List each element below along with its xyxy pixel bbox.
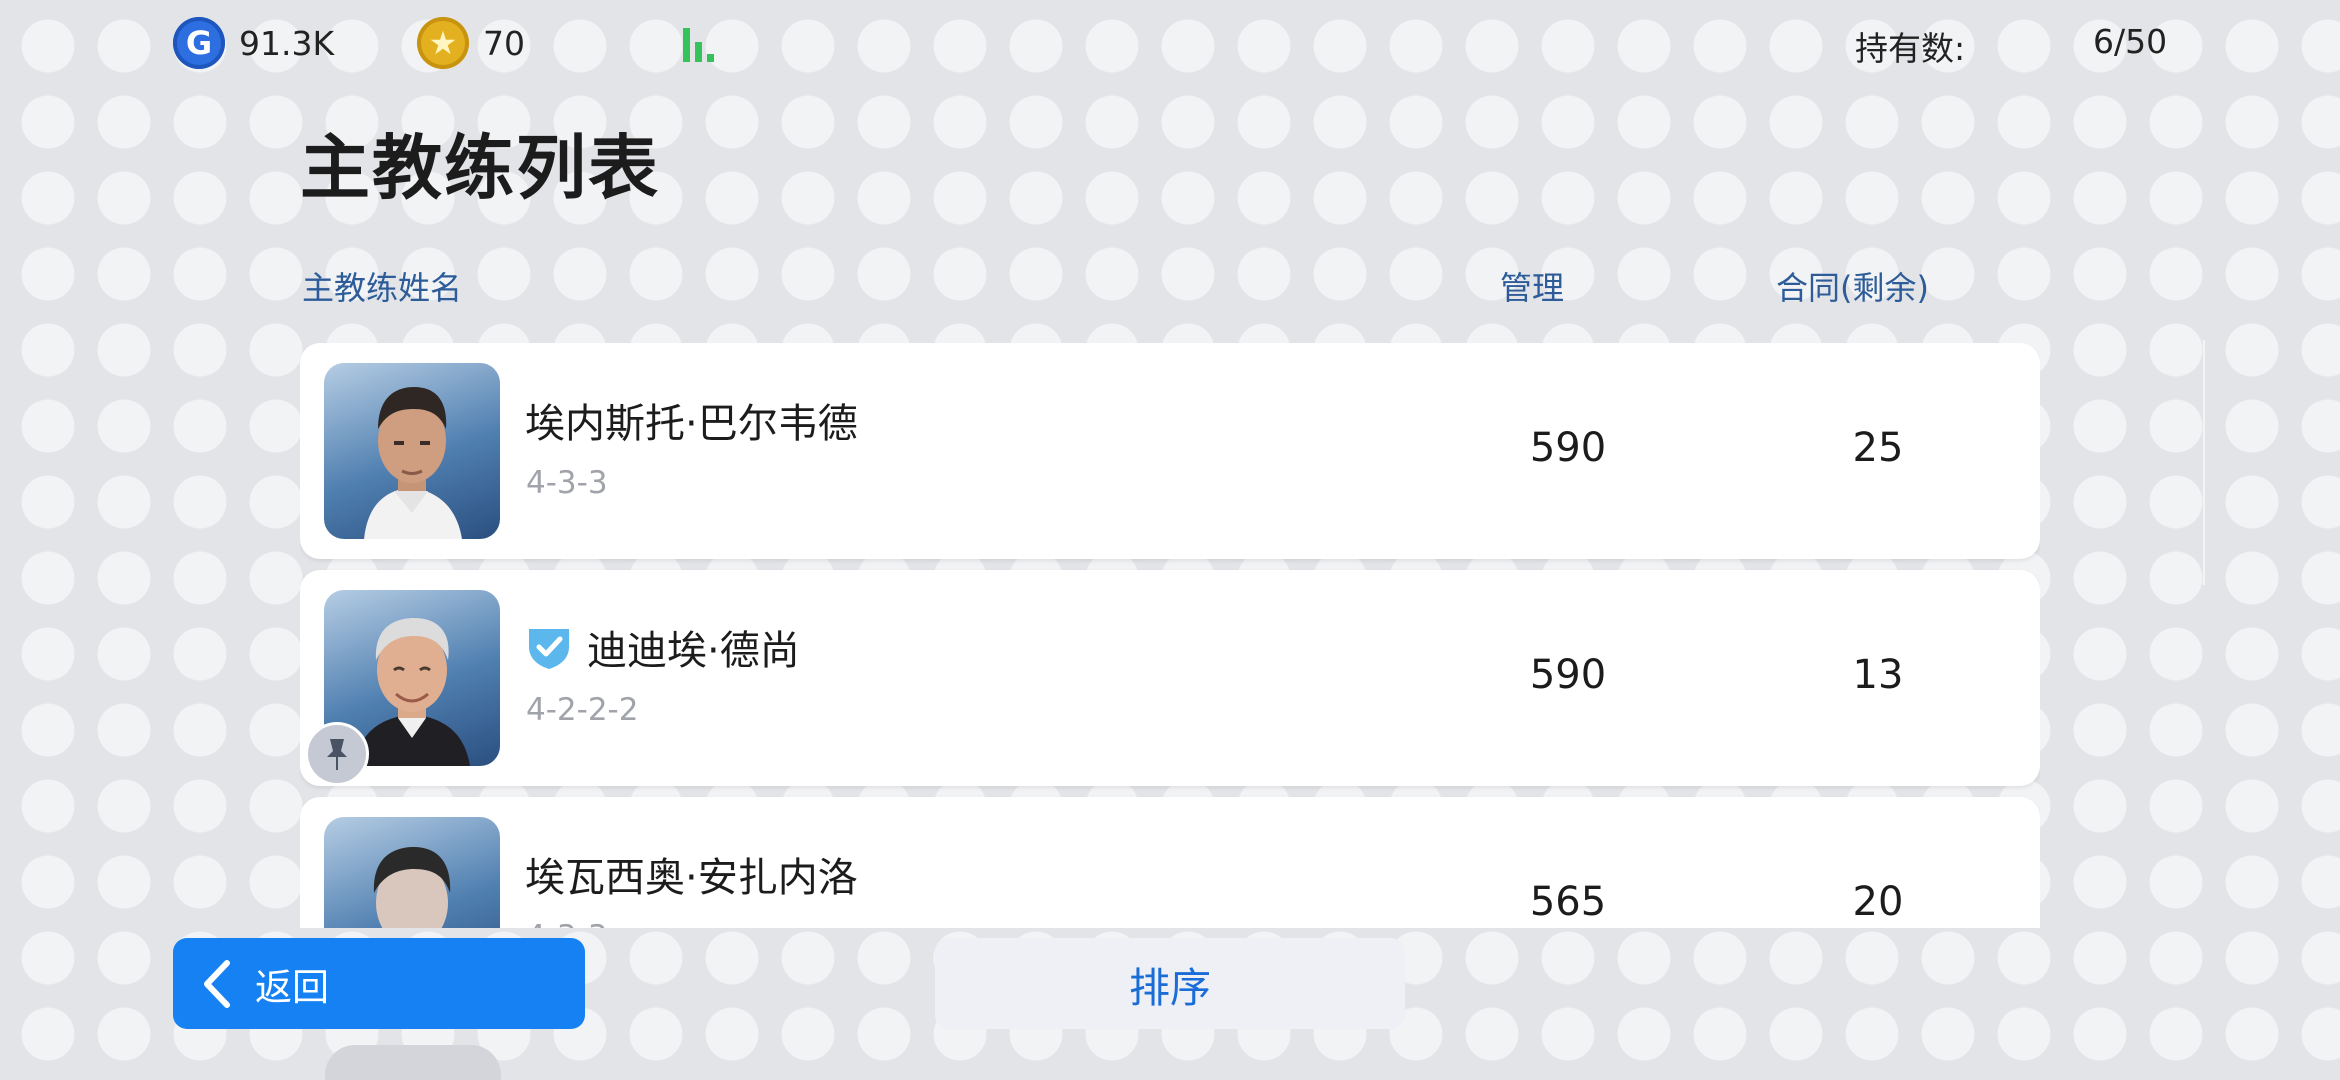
- signal-bars-icon: [683, 28, 723, 62]
- back-button[interactable]: 返回: [173, 938, 585, 1029]
- coach-formation: 4-2-2-2: [526, 692, 639, 728]
- verified-shield-icon: [529, 629, 569, 669]
- divider: [2203, 340, 2205, 585]
- coach-photo-placeholder: [324, 817, 500, 928]
- back-button-label: 返回: [255, 965, 329, 1009]
- coach-name: 埃瓦西奥·安扎内洛: [525, 855, 858, 901]
- coach-formation: 4-3-3: [526, 465, 608, 501]
- holdings-value: 6/50: [2093, 22, 2168, 61]
- column-header-contract: 合同(剩余): [1776, 269, 1929, 307]
- page-title: 主教练列表: [300, 127, 660, 209]
- top-status-bar: G 91.3K ★ 70 持有数: 6/50: [0, 0, 2340, 90]
- star-coin-icon: ★: [417, 17, 469, 69]
- column-header-name: 主教练姓名: [302, 269, 463, 307]
- coin-currency: ★ 70: [417, 17, 525, 69]
- manage-value: 590: [1529, 652, 1607, 698]
- coin-value: 70: [483, 23, 525, 63]
- coach-name: 迪迪埃·德尚: [525, 618, 800, 676]
- coach-list[interactable]: 埃内斯托·巴尔韦德 4-3-3 590 25 迪迪埃·德尚 4-2-2-2 59…: [300, 343, 2040, 928]
- column-header-manage: 管理: [1500, 269, 1565, 307]
- chevron-left-icon: [204, 959, 230, 1008]
- manage-value: 590: [1529, 425, 1607, 471]
- pin-icon[interactable]: [305, 722, 369, 786]
- contract-value: 20: [1852, 879, 1904, 925]
- sort-button[interactable]: 排序: [935, 938, 1405, 1029]
- manage-value: 565: [1529, 879, 1607, 925]
- coach-name: 埃内斯托·巴尔韦德: [525, 401, 858, 447]
- contract-value: 13: [1852, 652, 1904, 698]
- gp-value: 91.3K: [239, 23, 335, 63]
- coach-row[interactable]: 迪迪埃·德尚 4-2-2-2 590 13: [300, 570, 2040, 786]
- sort-button-label: 排序: [1129, 963, 1211, 1012]
- coach-formation: 4-3-3: [526, 919, 608, 928]
- next-row-peek: [325, 1045, 501, 1080]
- coach-photo: [324, 363, 500, 539]
- holdings-label: 持有数:: [1855, 29, 1966, 68]
- gp-currency: G 91.3K: [173, 17, 334, 69]
- coach-row[interactable]: 埃内斯托·巴尔韦德 4-3-3 590 25: [300, 343, 2040, 559]
- coach-row[interactable]: 埃瓦西奥·安扎内洛 4-3-3 565 20: [300, 797, 2040, 928]
- contract-value: 25: [1852, 425, 1904, 471]
- gp-coin-icon: G: [173, 17, 225, 69]
